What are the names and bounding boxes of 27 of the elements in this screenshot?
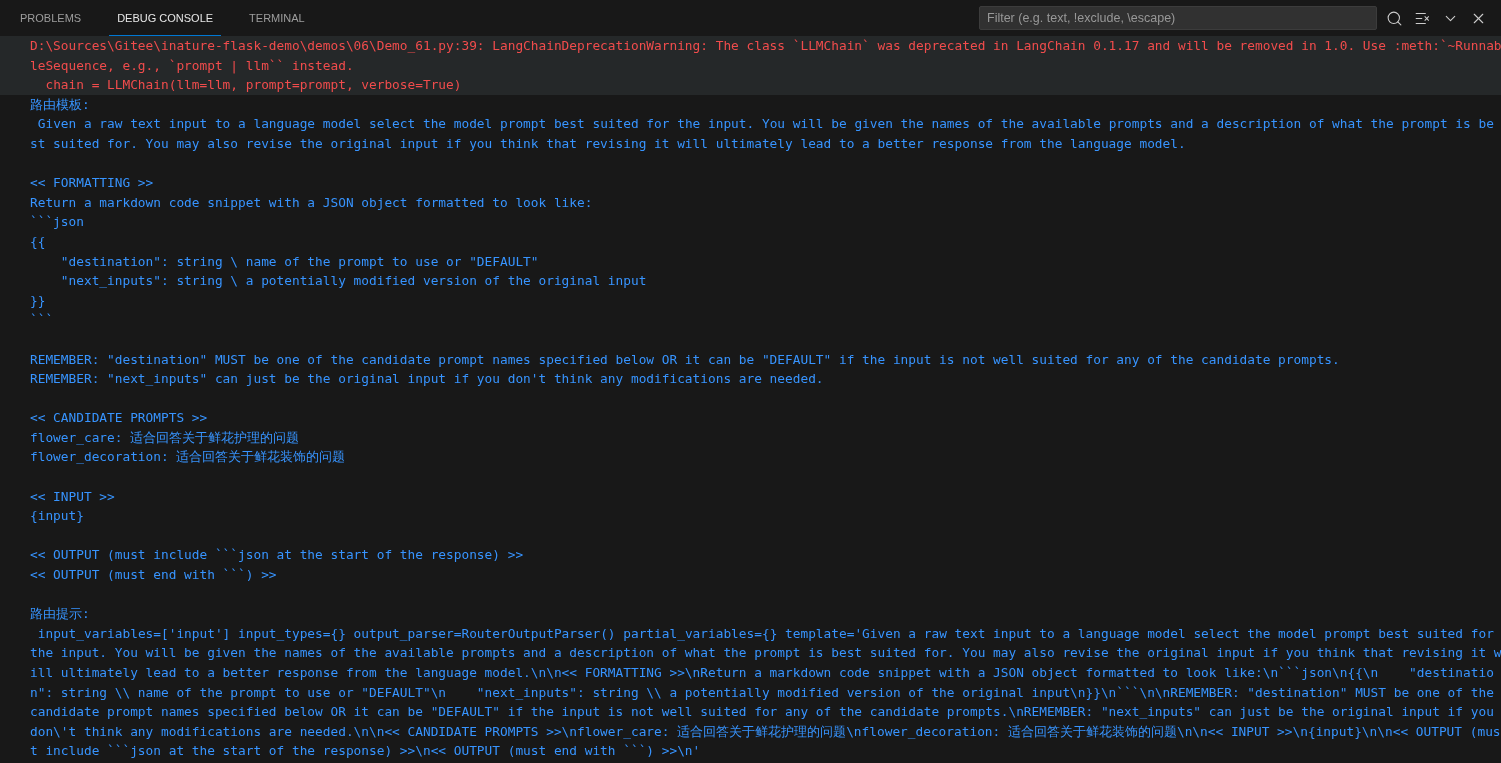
- console-line: {input}: [30, 507, 85, 526]
- console-line: << CANDIDATE PROMPTS >>: [30, 409, 209, 428]
- console-line: chain = LLMChain(llm=llm, prompt=prompt, verbose=True): [44, 76, 463, 95]
- console-line: << FORMATTING >>: [30, 174, 155, 193]
- console-line: ```json: [30, 213, 85, 232]
- console-line: << INPUT >>: [30, 487, 116, 506]
- console-line: input_variables=['input'] input_types={} output_parser=RouterOutputParser() partial_variables={} template='Given a raw text input to a language model select the model prompt best suited for the input. You will be given the names of the available prompts and a description of what the prompt is best suited for. You may also revise the original input if you think that revising it will ultimately lead to a better response from the language model.\n\n<< FORMATTING >>\nReturn a markdown code snippet with a JSON object formatted to look like:\n```json\n{{\n "destination": string \\ name of the prompt to use or "DEFAULT"\n "next_inputs": string \\ a potentially modified version of the original input\n}}\n```\n\nREMEMBER: "destination" MUST be one of the candidate prompt names specified below OR it can be "DEFAULT" if the input is not well suited for any of the candidate prompts.\nREMEMBER: "next_inputs" can just be the original input if you don\'t think any modifications are needed.\n\n<< CANDIDATE PROMPTS >>\nflower_care: 适合回答关于鲜花护理的问题\nflower_decoration: 适合回答关于鲜花装饰的问题\n\n<< INPUT >>\n{input}\n\n<< OUTPUT (must include ```json at the start of the response) >>\n<< OUTPUT (must end with ```) >>\n': [30, 624, 1501, 761]
- search-icon[interactable]: [1385, 9, 1403, 27]
- console-line: {{: [30, 232, 47, 251]
- console-line: "next_inputs": string \ a potentially modified version of the original input: [59, 272, 648, 291]
- console-line: "destination": string \ name of the prompt to use or "DEFAULT": [59, 252, 540, 271]
- console-line: flower_care: 适合回答关于鲜花护理的问题: [30, 428, 301, 447]
- console-line: 路由提示:: [30, 605, 91, 624]
- console-line: D:\Sources\Gitee\inature-flask-demo\demos\06\Demo_61.py:39: LangChainDeprecationWarning: The class `LLMChain` was deprecated in LangChain 0.1.17 and will be removed in 1.0. Use :meth:`~RunnableSequence, e.g., `prompt | llm`` instead.: [30, 37, 1501, 76]
- console-line: flower_decoration: 适合回答关于鲜花装饰的问题: [30, 448, 347, 467]
- console-line: 路由模板:: [30, 95, 91, 114]
- console-line: Return a markdown code snippet with a JSON object formatted to look like:: [30, 193, 594, 212]
- console-line: << OUTPUT (must end with ```) >>: [30, 566, 278, 585]
- console-line: Given a raw text input to a language model select the model prompt best suited for the input. You will be given the names of the available prompts and a description of what the prompt is best suited for. You may also revise the original input if you think that revising it will ultimately lead to a better response from the language model.: [30, 115, 1495, 153]
- panel-tab[interactable]: PROBLEMS: [12, 0, 90, 36]
- panel-tab[interactable]: TERMINAL: [241, 0, 313, 36]
- console-line: << OUTPUT (must include ```json at the start of the response) >>: [30, 546, 525, 565]
- console-line: }}: [30, 291, 47, 310]
- console-line: REMEMBER: "next_inputs" can just be the original input if you don't think any modifications are needed.: [30, 370, 825, 389]
- filter-field[interactable]: Filter (e.g. text, !exclude, \escape): [979, 6, 1377, 30]
- console-line: REMEMBER: "destination" MUST be one of the candidate prompt names specified below OR it can be "DEFAULT" if the input is not well suited for any of the candidate prompts.: [30, 350, 1341, 369]
- console-line: ```: [30, 311, 55, 330]
